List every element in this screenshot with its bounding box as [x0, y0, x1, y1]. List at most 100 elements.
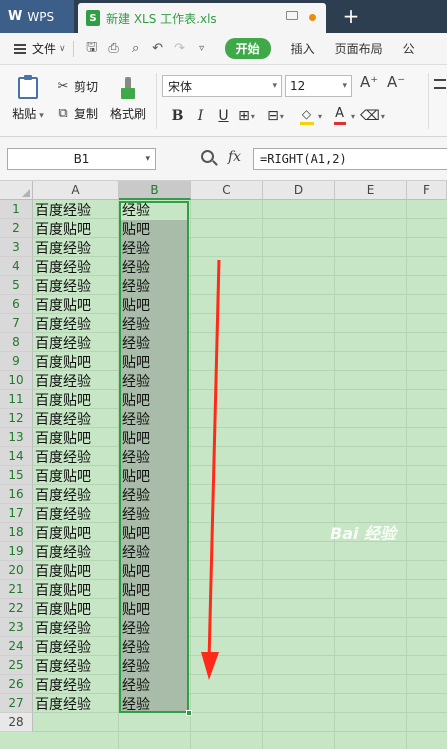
cell-a2[interactable]: 百度贴吧 [33, 219, 91, 238]
row-header-4[interactable]: 4 [0, 257, 33, 276]
bold-button[interactable]: B [166, 105, 189, 127]
row-header-25[interactable]: 25 [0, 656, 33, 675]
cell-b6[interactable]: 贴吧 [120, 295, 150, 314]
hamburger-icon[interactable] [14, 43, 26, 54]
row-header-21[interactable]: 21 [0, 580, 33, 599]
increase-font-icon[interactable]: A⁺ [360, 73, 378, 91]
menu-formulas-tab[interactable]: 公 [403, 40, 415, 57]
cell-b13[interactable]: 贴吧 [120, 428, 150, 447]
formula-input[interactable]: =RIGHT(A1,2) [253, 148, 447, 170]
row-header-8[interactable]: 8 [0, 333, 33, 352]
cell-a14[interactable]: 百度经验 [33, 447, 91, 466]
cell-b8[interactable]: 经验 [120, 333, 150, 352]
cell-b17[interactable]: 经验 [120, 504, 150, 523]
print-preview-icon[interactable]: ⌕ [125, 39, 147, 59]
row-header-26[interactable]: 26 [0, 675, 33, 694]
cell-b3[interactable]: 经验 [120, 238, 150, 257]
cell-a18[interactable]: 百度贴吧 [33, 523, 91, 542]
cell-a16[interactable]: 百度经验 [33, 485, 91, 504]
menu-insert-tab[interactable]: 插入 [291, 40, 315, 57]
row-header-2[interactable]: 2 [0, 219, 33, 238]
insert-function-icon[interactable]: fx [228, 149, 241, 165]
cell-b11[interactable]: 贴吧 [120, 390, 150, 409]
row-header-27[interactable]: 27 [0, 694, 33, 713]
row-header-13[interactable]: 13 [0, 428, 33, 447]
font-name-select[interactable]: 宋体 ▾ [162, 75, 282, 97]
cell-a19[interactable]: 百度经验 [33, 542, 91, 561]
row-header-5[interactable]: 5 [0, 276, 33, 295]
cell-a15[interactable]: 百度贴吧 [33, 466, 91, 485]
cell-b2[interactable]: 贴吧 [120, 219, 150, 238]
cell-a21[interactable]: 百度贴吧 [33, 580, 91, 599]
wps-home-tab[interactable]: W WPS [0, 0, 74, 33]
clear-format-button[interactable]: ⌫ ▾ [360, 105, 385, 127]
column-header-c[interactable]: C [191, 181, 263, 200]
font-color-button[interactable]: A [328, 105, 351, 127]
monitor-icon[interactable] [286, 11, 298, 20]
row-header-15[interactable]: 15 [0, 466, 33, 485]
row-header-3[interactable]: 3 [0, 238, 33, 257]
chevron-down-icon[interactable]: ▾ [272, 81, 277, 91]
row-header-24[interactable]: 24 [0, 637, 33, 656]
column-header-b[interactable]: B [119, 181, 191, 200]
cell-a26[interactable]: 百度经验 [33, 675, 91, 694]
menu-file[interactable]: 文件 [32, 40, 56, 57]
row-header-28[interactable]: 28 [0, 713, 33, 732]
new-tab-button[interactable]: + [339, 4, 363, 28]
cell-b20[interactable]: 贴吧 [120, 561, 150, 580]
cell-a17[interactable]: 百度经验 [33, 504, 91, 523]
chevron-down-icon[interactable]: ▾ [318, 112, 322, 121]
chevron-down-icon[interactable]: ▾ [251, 112, 255, 121]
cut-button[interactable]: ✂ 剪切 [56, 78, 98, 95]
chevron-down-icon[interactable]: ∨ [59, 44, 66, 54]
cell-a5[interactable]: 百度经验 [33, 276, 91, 295]
row-header-18[interactable]: 18 [0, 523, 33, 542]
chevron-down-icon[interactable]: ▾ [145, 154, 150, 164]
cell-a9[interactable]: 百度贴吧 [33, 352, 91, 371]
column-header-d[interactable]: D [263, 181, 335, 200]
paste-chevron-icon[interactable]: ▾ [39, 111, 44, 121]
row-header-16[interactable]: 16 [0, 485, 33, 504]
cell-a25[interactable]: 百度经验 [33, 656, 91, 675]
redo-icon[interactable]: ↷ [169, 39, 191, 59]
cell-a6[interactable]: 百度贴吧 [33, 295, 91, 314]
chevron-down-icon[interactable]: ▾ [280, 112, 284, 121]
format-painter-button[interactable]: 格式刷 [108, 77, 148, 122]
cell-b9[interactable]: 贴吧 [120, 352, 150, 371]
row-header-7[interactable]: 7 [0, 314, 33, 333]
cell-b21[interactable]: 贴吧 [120, 580, 150, 599]
cell-a22[interactable]: 百度贴吧 [33, 599, 91, 618]
row-header-12[interactable]: 12 [0, 409, 33, 428]
copy-button[interactable]: ⧉ 复制 [56, 105, 98, 122]
cell-a1[interactable]: 百度经验 [33, 200, 91, 219]
row-header-17[interactable]: 17 [0, 504, 33, 523]
name-box[interactable]: B1 ▾ [7, 148, 156, 170]
row-header-14[interactable]: 14 [0, 447, 33, 466]
font-size-select[interactable]: 12 ▾ [285, 75, 352, 97]
zoom-icon[interactable] [201, 150, 214, 163]
chevron-down-icon[interactable]: ▾ [351, 112, 355, 121]
chevron-down-icon[interactable]: ▾ [342, 81, 347, 91]
menu-start-tab[interactable]: 开始 [224, 38, 271, 59]
column-header-a[interactable]: A [33, 181, 119, 200]
cell-a23[interactable]: 百度经验 [33, 618, 91, 637]
row-header-19[interactable]: 19 [0, 542, 33, 561]
document-tab[interactable]: S 新建 XLS 工作表.xls [78, 3, 326, 33]
cell-b19[interactable]: 经验 [120, 542, 150, 561]
select-all-corner[interactable] [0, 181, 33, 200]
paste-button[interactable]: 粘贴 ▾ [10, 75, 46, 122]
row-header-6[interactable]: 6 [0, 295, 33, 314]
merge-button[interactable]: ⊟ ▾ [264, 105, 287, 127]
cell-a8[interactable]: 百度经验 [33, 333, 91, 352]
cell-a12[interactable]: 百度经验 [33, 409, 91, 428]
cell-a13[interactable]: 百度贴吧 [33, 428, 91, 447]
spreadsheet-grid[interactable]: A B C D E F 1 2 3 4 5 6 7 8 9 10 11 12 13 14 15 16 17 18 19 20 21 2… [0, 181, 447, 749]
row-header-11[interactable]: 11 [0, 390, 33, 409]
cell-a20[interactable]: 百度贴吧 [33, 561, 91, 580]
row-header-10[interactable]: 10 [0, 371, 33, 390]
cell-a11[interactable]: 百度贴吧 [33, 390, 91, 409]
cell-b5[interactable]: 经验 [120, 276, 150, 295]
column-header-e[interactable]: E [335, 181, 407, 200]
undo-icon[interactable]: ↶ [147, 39, 169, 59]
row-header-20[interactable]: 20 [0, 561, 33, 580]
